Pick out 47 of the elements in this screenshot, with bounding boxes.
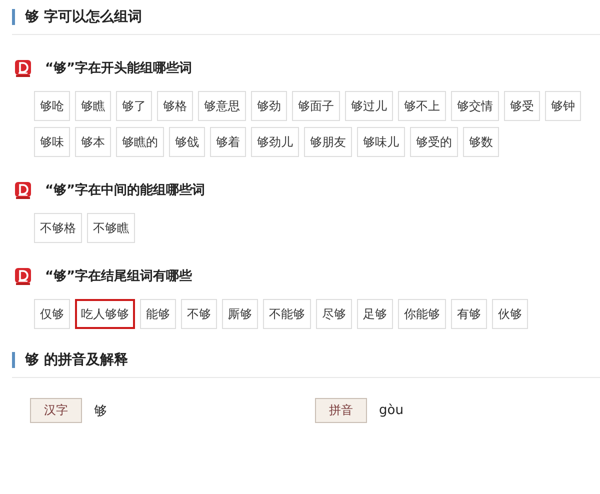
word-link[interactable]: 够味儿 (357, 127, 405, 157)
word-link[interactable]: 够劲儿 (251, 127, 299, 157)
word-link[interactable]: 尽够 (316, 299, 352, 329)
field-label: 拼音 (315, 398, 367, 423)
word-link[interactable]: 够本 (75, 127, 111, 157)
word-link[interactable]: 够意思 (198, 91, 246, 121)
word-link[interactable]: 够味 (34, 127, 70, 157)
word-link[interactable]: 够戗 (169, 127, 205, 157)
word-link[interactable]: 够钟 (545, 91, 581, 121)
field-value: 够 (94, 402, 107, 420)
word-link[interactable]: 够朋友 (304, 127, 352, 157)
word-link[interactable]: 够格 (157, 91, 193, 121)
section-heading: 够 的拼音及解释 (25, 351, 128, 369)
word-link[interactable]: 够了 (116, 91, 152, 121)
word-link[interactable]: 够交情 (451, 91, 499, 121)
word-link[interactable]: 够面子 (292, 91, 340, 121)
word-link[interactable]: 够受 (504, 91, 540, 121)
word-link[interactable]: 够过儿 (345, 91, 393, 121)
subsection-title: “够”字在中间的能组哪些词 (45, 182, 206, 199)
word-link[interactable]: 不能够 (263, 299, 311, 329)
word-link[interactable]: 厮够 (222, 299, 258, 329)
word-link[interactable]: 够瞧 (75, 91, 111, 121)
word-link[interactable]: 够不上 (398, 91, 446, 121)
word-link[interactable]: 足够 (357, 299, 393, 329)
word-link[interactable]: 够呛 (34, 91, 70, 121)
dictionary-icon (15, 268, 31, 284)
word-link[interactable]: 够数 (463, 127, 499, 157)
word-link[interactable]: 够劲 (251, 91, 287, 121)
dictionary-icon (15, 182, 31, 198)
subsection-title: “够”字在结尾组词有哪些 (45, 268, 192, 285)
word-link[interactable]: 仅够 (34, 299, 70, 329)
word-link[interactable]: 伙够 (492, 299, 528, 329)
dictionary-icon (15, 60, 31, 76)
subsection-title: “够”字在开头能组哪些词 (45, 60, 192, 77)
word-link[interactable]: 够着 (210, 127, 246, 157)
word-link[interactable]: 吃人够够 (75, 299, 135, 329)
word-link[interactable]: 能够 (140, 299, 176, 329)
word-link[interactable]: 不够瞧 (87, 213, 135, 243)
word-link[interactable]: 够受的 (410, 127, 458, 157)
word-link[interactable]: 有够 (451, 299, 487, 329)
field-label: 汉字 (30, 398, 82, 423)
word-link[interactable]: 你能够 (398, 299, 446, 329)
word-link[interactable]: 不够格 (34, 213, 82, 243)
word-link[interactable]: 够瞧的 (116, 127, 164, 157)
word-link[interactable]: 不够 (181, 299, 217, 329)
section-heading: 够 字可以怎么组词 (25, 8, 142, 26)
field-value: gòu (379, 403, 404, 418)
